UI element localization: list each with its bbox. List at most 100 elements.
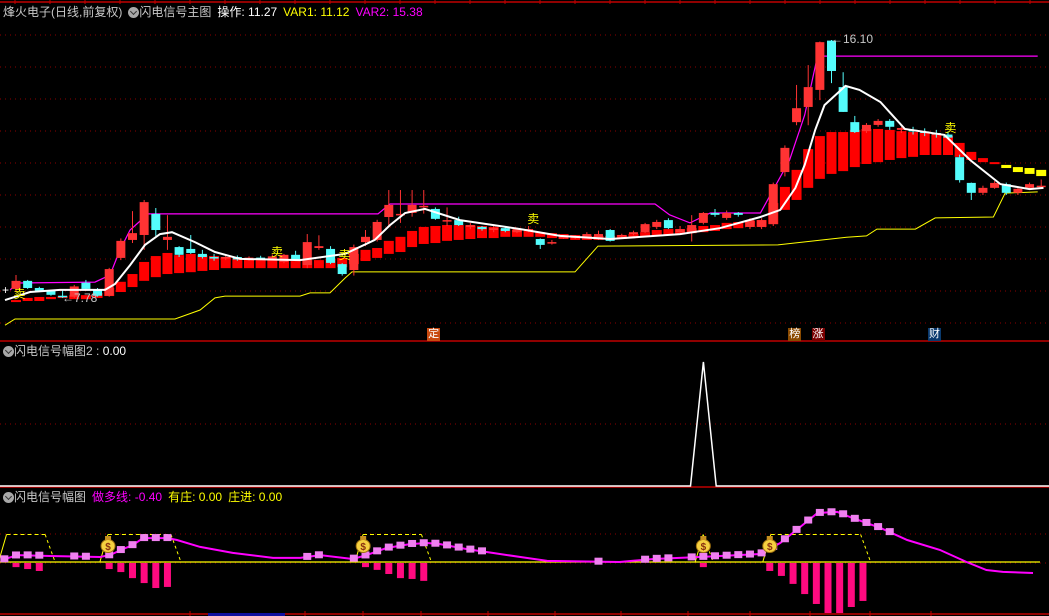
candle-down[interactable] (535, 238, 545, 249)
chevron-down-icon[interactable] (128, 6, 140, 18)
candle-up[interactable] (978, 185, 988, 195)
candle-up[interactable] (687, 215, 697, 242)
candle-body[interactable] (139, 202, 149, 235)
candle-body[interactable] (768, 184, 778, 225)
candle-down[interactable] (663, 218, 673, 230)
candle-body[interactable] (733, 212, 743, 215)
candle-body[interactable] (1025, 184, 1035, 188)
candle-body[interactable] (128, 233, 137, 240)
candle-body[interactable] (384, 204, 394, 217)
candle-body[interactable] (873, 120, 883, 125)
candle-down[interactable] (885, 119, 895, 130)
candle-up[interactable] (780, 145, 790, 177)
negative-bar (163, 563, 171, 587)
candle-up[interactable] (640, 222, 650, 234)
candle-body[interactable] (465, 225, 475, 227)
money-bag-neck (105, 536, 112, 540)
candle-body[interactable] (780, 147, 790, 173)
candle-body[interactable] (104, 269, 114, 296)
candle-body[interactable] (302, 242, 312, 266)
event-marker[interactable]: 涨 (811, 328, 825, 341)
candle-body[interactable] (792, 108, 802, 123)
candle-body[interactable] (477, 226, 487, 230)
candle-up[interactable] (652, 219, 662, 230)
event-marker[interactable]: 榜 (788, 328, 802, 341)
candle-body[interactable] (861, 124, 871, 132)
candle-body[interactable] (186, 248, 196, 253)
long-line-marker (373, 547, 382, 555)
candle-body[interactable] (314, 246, 324, 248)
candle-body[interactable] (221, 256, 231, 259)
candle-body[interactable] (162, 236, 172, 240)
candle-down[interactable] (827, 39, 836, 84)
chevron-down-icon[interactable] (3, 345, 14, 357)
candle-body[interactable] (419, 205, 429, 208)
mid-panel-header: 闪电信号幅图2 : 0.00 (3, 343, 126, 359)
candle-up[interactable] (815, 41, 825, 101)
candle-body[interactable] (489, 228, 499, 231)
candle-down[interactable] (186, 234, 196, 254)
candle-body[interactable] (722, 212, 732, 218)
candle-body[interactable] (535, 239, 545, 245)
candle-body[interactable] (547, 242, 557, 244)
candle-body[interactable] (197, 253, 207, 257)
candle-up[interactable] (698, 212, 708, 225)
candle-body[interactable] (116, 240, 126, 258)
candle-body[interactable] (640, 224, 650, 233)
candle-body[interactable] (675, 229, 685, 233)
candle-up[interactable] (722, 210, 732, 220)
long-line-marker (151, 534, 160, 542)
candle-down[interactable] (151, 208, 161, 236)
candle-body[interactable] (337, 264, 347, 275)
candle-body[interactable] (442, 220, 452, 222)
candle-up[interactable] (314, 235, 324, 250)
candle-body[interactable] (978, 187, 988, 193)
candle-body[interactable] (151, 213, 161, 231)
candle-body[interactable] (966, 182, 976, 193)
candle-down[interactable] (81, 279, 91, 290)
candle-body[interactable] (209, 256, 219, 259)
long-line-marker (711, 552, 719, 560)
candle-body[interactable] (174, 247, 184, 255)
candle-body[interactable] (955, 157, 965, 181)
candle-up[interactable] (757, 218, 767, 230)
candle-up[interactable] (792, 84, 802, 126)
candle-body[interactable] (500, 228, 510, 231)
candle-body[interactable] (803, 87, 813, 107)
band-bar (418, 226, 429, 244)
candle-body[interactable] (617, 234, 627, 237)
candle-down[interactable] (337, 263, 347, 276)
candle-body[interactable] (815, 42, 825, 90)
candle-body[interactable] (1036, 185, 1046, 188)
candle-body[interactable] (757, 220, 767, 227)
candle-body[interactable] (850, 122, 860, 133)
candle-up[interactable] (873, 119, 883, 127)
candle-body[interactable] (1013, 188, 1023, 193)
candle-body[interactable] (361, 236, 370, 243)
mid-indicator-name[interactable]: 闪电信号幅图2 (14, 343, 93, 359)
candle-up[interactable] (768, 182, 778, 226)
low-indicator-name[interactable]: 闪电信号幅图 (14, 489, 86, 505)
stock-chart-canvas[interactable]: + $ $ $ $ (0, 0, 1049, 616)
candle-up[interactable] (116, 238, 126, 261)
candle-down[interactable] (955, 154, 965, 183)
event-marker[interactable]: 财 (928, 328, 942, 341)
candle-down[interactable] (850, 115, 860, 133)
candle-body[interactable] (698, 212, 708, 223)
candle-up[interactable] (675, 225, 685, 234)
candle-body[interactable] (652, 221, 662, 227)
candle-down[interactable] (966, 182, 976, 200)
candle-body[interactable] (885, 120, 895, 127)
candle-body[interactable] (628, 232, 638, 235)
main-indicator-name[interactable]: 闪电信号主图 (139, 4, 211, 20)
candle-body[interactable] (710, 212, 720, 215)
event-marker[interactable]: 定 (427, 328, 441, 341)
candle-up[interactable] (547, 239, 557, 245)
candle-up[interactable] (803, 65, 813, 126)
candle-body[interactable] (663, 220, 673, 229)
candle-body[interactable] (990, 182, 1000, 188)
chevron-down-icon[interactable] (3, 491, 14, 503)
candle-up[interactable] (104, 267, 114, 297)
candle-body[interactable] (81, 282, 91, 289)
candle-up[interactable] (302, 234, 312, 269)
